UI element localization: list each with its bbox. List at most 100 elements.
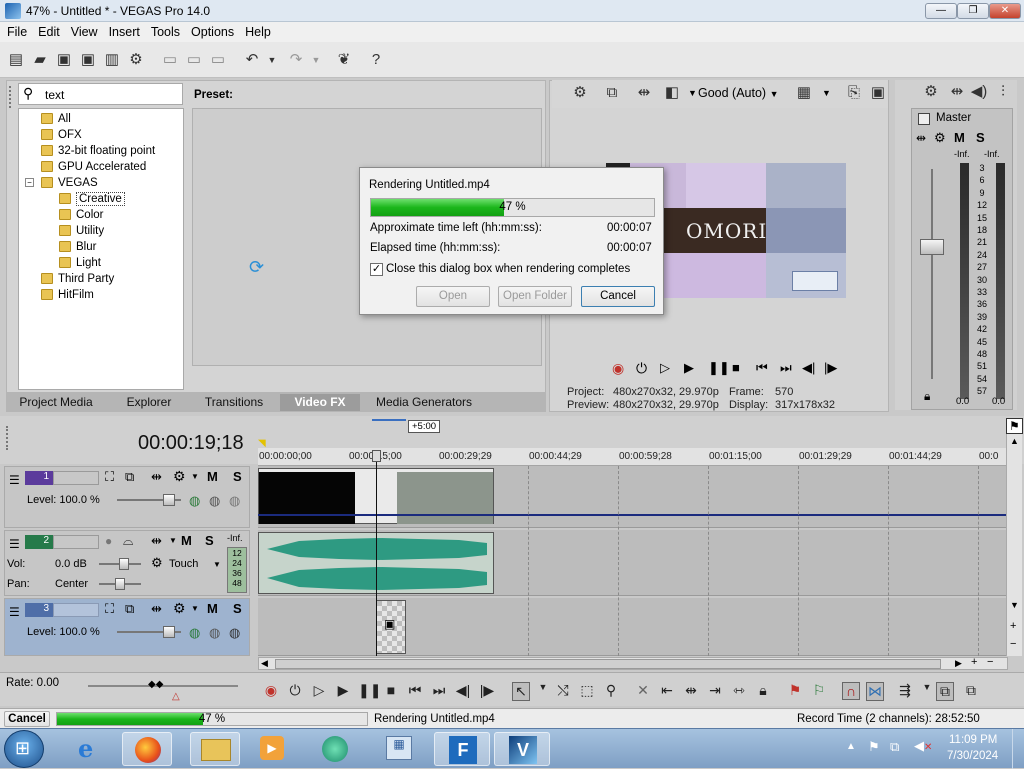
rate-slider-thumb[interactable]: ◆◆ xyxy=(148,679,163,690)
h-zoom-in-icon[interactable]: + xyxy=(971,656,977,668)
show-desktop-button[interactable] xyxy=(1012,729,1024,769)
auto-crossfade-icon[interactable]: ⋈ xyxy=(866,682,884,701)
menu-options[interactable]: Options xyxy=(184,22,238,39)
insert-region-icon[interactable]: ⚐ xyxy=(810,682,828,699)
track-fx-icon[interactable]: ⧉ xyxy=(125,469,134,485)
h-zoom-out-icon[interactable]: − xyxy=(987,656,993,668)
tab-project-media[interactable]: Project Media xyxy=(10,394,102,411)
stop-icon[interactable]: ■ xyxy=(732,360,740,375)
preview-quality-dropdown[interactable]: Good (Auto) ▼ xyxy=(698,86,779,100)
redo-icon[interactable]: ↷ xyxy=(286,50,306,70)
tree-item[interactable]: GPU Accelerated xyxy=(41,159,146,175)
status-cancel-button[interactable]: Cancel xyxy=(4,711,50,727)
go-to-start-icon[interactable]: ⏮ xyxy=(406,682,424,699)
track-1-lane[interactable] xyxy=(258,466,1006,528)
selection-tool-icon[interactable]: ⬚ xyxy=(578,682,596,699)
menu-help[interactable]: Help xyxy=(238,22,275,39)
trim-end-icon[interactable]: ⇥ xyxy=(706,682,724,699)
track-composite-icon[interactable]: ⇹ xyxy=(151,469,162,485)
tree-item[interactable]: Color xyxy=(59,207,103,223)
track-2-header[interactable]: ☰ 2 ● ⌓ ⇹ ▼ M S -Inf. 12 24 36 48 Vol: 0.0 … xyxy=(4,530,250,596)
vol-slider-thumb[interactable] xyxy=(119,558,129,570)
timeline-ruler[interactable]: 00:00:00;0000:00:15;0000:00:29;2900:00:4… xyxy=(258,448,1006,466)
clock-time[interactable]: 11:09 PM xyxy=(949,734,997,746)
next-frame-icon[interactable]: |▶ xyxy=(478,682,496,699)
track-mute-button[interactable]: M xyxy=(207,601,218,616)
zoom-handle[interactable] xyxy=(372,419,406,429)
track-solo-button[interactable]: S xyxy=(233,469,242,484)
undo-icon[interactable]: ↶ xyxy=(242,50,262,70)
track-gear-icon[interactable]: ⚙ xyxy=(173,600,186,617)
paste-icon[interactable]: ▭ xyxy=(208,50,228,70)
file-explorer-icon[interactable] xyxy=(190,732,240,766)
panel-grip[interactable] xyxy=(9,86,13,108)
tree-item[interactable]: 32-bit floating point xyxy=(41,143,155,159)
mixer-speaker-icon[interactable]: ◀) xyxy=(969,82,989,102)
track-mute-button[interactable]: M xyxy=(207,469,218,484)
tree-item[interactable]: Creative xyxy=(59,191,125,207)
menu-insert[interactable]: Insert xyxy=(102,22,144,39)
tree-item[interactable]: Utility xyxy=(59,223,104,239)
delete-icon[interactable]: ✕ xyxy=(634,682,652,699)
track-parent-icon[interactable]: ◍ xyxy=(189,493,200,509)
menu-file[interactable]: File xyxy=(0,22,31,39)
mixer-insert-fx-icon[interactable]: ⇹ xyxy=(947,82,967,102)
zoom-tool-icon[interactable]: ⚲ xyxy=(602,682,620,699)
copy-snapshot-icon[interactable]: ⎘ xyxy=(844,83,864,103)
pause-icon[interactable]: ❚❚ xyxy=(708,360,730,376)
vegas-render-icon[interactable]: F xyxy=(434,732,490,766)
external-monitor-icon[interactable]: ⧉ xyxy=(602,83,622,103)
playhead-handle[interactable] xyxy=(372,450,381,462)
maximize-button[interactable]: ❐ xyxy=(957,3,989,19)
loop-playback-icon[interactable]: ⏻ xyxy=(636,360,647,377)
vol-slider[interactable] xyxy=(99,558,141,570)
track-dropdown-icon[interactable]: ▼ xyxy=(191,472,199,481)
search-input[interactable]: ⚲ text xyxy=(18,83,183,105)
rate-slider[interactable]: ◆◆ xyxy=(88,679,238,690)
text-clip[interactable]: ▣ xyxy=(376,600,406,654)
open-folder-button[interactable]: Open Folder xyxy=(498,286,572,307)
level-slider-thumb[interactable] xyxy=(163,494,175,506)
go-to-end-icon[interactable]: ⏭ xyxy=(430,682,448,699)
tree-expander-icon[interactable]: − xyxy=(25,178,34,187)
master-solo-button[interactable]: S xyxy=(976,130,985,145)
track-solo-button[interactable]: S xyxy=(205,533,214,548)
tree-item[interactable]: HitFilm xyxy=(41,287,94,303)
menu-edit[interactable]: Edit xyxy=(31,22,64,39)
undo-dropdown-icon[interactable]: ▼ xyxy=(262,50,282,70)
preview-gear-icon[interactable]: ⚙ xyxy=(570,83,590,103)
touch-gear-icon[interactable]: ⚙ xyxy=(151,555,163,571)
level-slider[interactable] xyxy=(117,494,181,506)
overlays-dropdown-icon[interactable]: ▼ xyxy=(822,88,831,98)
pan-slider[interactable] xyxy=(99,578,141,590)
track-fx-icon[interactable]: ⇹ xyxy=(151,533,162,549)
lock-icon[interactable]: 🔒︎ xyxy=(754,682,772,699)
control-panel-icon[interactable]: ▦ xyxy=(374,732,424,766)
new-icon[interactable]: ▤ xyxy=(6,50,26,70)
master-mute-button[interactable]: M xyxy=(954,130,965,145)
timeline-grip[interactable] xyxy=(6,426,10,450)
track-composite-icon[interactable]: ⇹ xyxy=(151,601,162,617)
volume-muted-icon[interactable]: ◀✕ xyxy=(914,738,932,754)
master-fx-icon[interactable]: ⇹ xyxy=(916,131,926,145)
media-player-icon[interactable]: ▶ xyxy=(248,732,298,766)
go-to-start-icon[interactable]: ⏮ xyxy=(756,360,768,376)
arm-record-icon[interactable]: ● xyxy=(105,534,112,548)
prev-frame-icon[interactable]: ◀| xyxy=(802,360,815,376)
firefox-icon[interactable] xyxy=(122,732,172,766)
playhead[interactable] xyxy=(376,450,377,656)
save-snapshot-icon[interactable]: ▣ xyxy=(868,83,888,103)
minimize-button[interactable]: — xyxy=(925,3,957,19)
track-motion-icon[interactable]: ⛶ xyxy=(105,601,114,617)
menu-tools[interactable]: Tools xyxy=(144,22,184,39)
track-name-field[interactable] xyxy=(53,603,99,617)
track-env-icon[interactable]: ◍ xyxy=(229,493,240,509)
track-motion-icon[interactable]: ⛶ xyxy=(105,469,114,485)
phase-invert-icon[interactable]: ⌓ xyxy=(123,533,133,549)
internet-explorer-icon[interactable]: e xyxy=(64,732,114,766)
save-as-icon[interactable]: ▣ xyxy=(78,50,98,70)
mixer-meters-icon[interactable]: ⫶ xyxy=(993,82,1013,102)
track-3-header[interactable]: ☰ 3 ⛶ ⧉ ⇹ ⚙ ▼ M S Level: 100.0 % ◍ ◍ ◍ xyxy=(4,598,250,656)
tree-item[interactable]: Light xyxy=(59,255,101,271)
lock-icon[interactable]: 🔒︎ xyxy=(924,389,930,404)
